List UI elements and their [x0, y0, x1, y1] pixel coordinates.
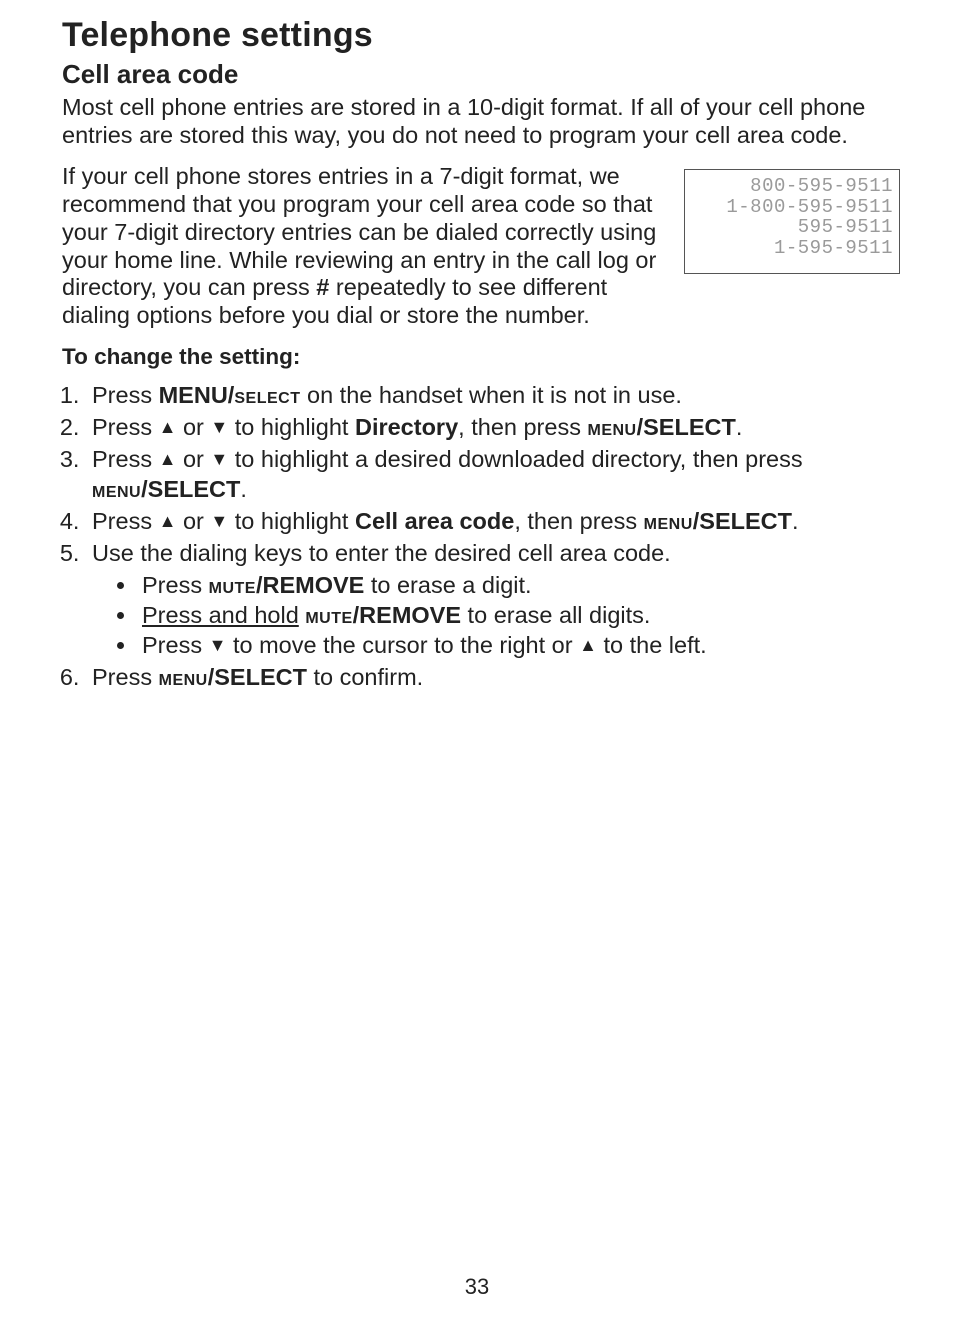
lcd-line-2: 1-800-595-9511 [691, 197, 893, 218]
lcd-line-1: 800-595-9511 [691, 176, 893, 197]
step-3: Press ▲ or ▼ to highlight a desired down… [86, 444, 900, 504]
content-row: If your cell phone stores entries in a 7… [62, 163, 900, 329]
step-2-mid: to highlight [228, 414, 355, 440]
step-6: Press menu/SELECT to confirm. [86, 662, 900, 692]
menu-sc: menu [159, 664, 208, 690]
press-label: Press [92, 382, 159, 408]
page-root: Telephone settings Cell area code Most c… [0, 0, 954, 1336]
select-big: /SELECT [141, 476, 240, 502]
cell-area-code-label: Cell area code [355, 508, 514, 534]
step-4-mid: to highlight [228, 508, 355, 534]
steps-list: Press MENU/select on the handset when it… [62, 380, 900, 693]
step-1: Press MENU/select on the handset when it… [86, 380, 900, 410]
step-4-tail: , then press [514, 508, 643, 534]
press-and-hold-label: Press and hold [142, 602, 299, 628]
press-label: Press [92, 446, 159, 472]
step-4-end: . [792, 508, 799, 534]
select-big: /SELECT [637, 414, 736, 440]
step-5-bullets: Press mute/REMOVE to erase a digit. Pres… [138, 570, 900, 660]
step-4: Press ▲ or ▼ to highlight Cell area code… [86, 506, 900, 536]
lcd-line-4: 1-595-9511 [691, 238, 893, 259]
press-label: Press [92, 664, 159, 690]
hash-key: # [316, 274, 329, 300]
bullet-2-tail: to erase all digits. [461, 602, 650, 628]
menu-sc: menu [92, 476, 141, 502]
mute-sc: mute [209, 572, 256, 598]
step-3-end: . [240, 476, 247, 502]
step-3-mid: to highlight a desired downloaded direct… [228, 446, 802, 472]
press-label: Press [142, 632, 209, 658]
step-5: Use the dialing keys to enter the desire… [86, 538, 900, 660]
menu-sc: menu [644, 508, 693, 534]
step-2-end: . [736, 414, 743, 440]
step-6-tail: to confirm. [307, 664, 423, 690]
press-label: Press [92, 414, 159, 440]
bullet-2: Press and hold mute/REMOVE to erase all … [138, 600, 900, 630]
intro-paragraph: Most cell phone entries are stored in a … [62, 94, 900, 149]
context-paragraph: If your cell phone stores entries in a 7… [62, 163, 666, 329]
menu-big: MENU/ [159, 382, 235, 408]
mute-sc: mute [305, 602, 352, 628]
page-number: 33 [0, 1274, 954, 1300]
bullet-3-tail: to the left. [597, 632, 707, 658]
or-label: or [176, 508, 210, 534]
step-5-text: Use the dialing keys to enter the desire… [92, 540, 671, 566]
bullet-1: Press mute/REMOVE to erase a digit. [138, 570, 900, 600]
or-label: or [176, 414, 210, 440]
select-sc: select [234, 382, 300, 408]
or-label: or [176, 446, 210, 472]
steps-heading: To change the setting: [62, 344, 900, 370]
select-big: /SELECT [693, 508, 792, 534]
select-big: /SELECT [208, 664, 307, 690]
step-1-tail: on the handset when it is not in use. [300, 382, 681, 408]
bullet-3: Press ▼ to move the cursor to the right … [138, 630, 900, 660]
step-2-tail: , then press [458, 414, 587, 440]
menu-sc: menu [587, 414, 636, 440]
remove-big: /REMOVE [353, 602, 461, 628]
press-label: Press [92, 508, 159, 534]
directory-label: Directory [355, 414, 458, 440]
lcd-line-3: 595-9511 [691, 217, 893, 238]
bullet-3-mid: to move the cursor to the right or [226, 632, 579, 658]
press-label: Press [142, 572, 209, 598]
remove-big: /REMOVE [256, 572, 364, 598]
bullet-1-tail: to erase a digit. [364, 572, 531, 598]
step-2: Press ▲ or ▼ to highlight Directory, the… [86, 412, 900, 442]
lcd-display: 800-595-9511 1-800-595-9511 595-9511 1-5… [684, 169, 900, 273]
page-title: Telephone settings [62, 16, 900, 55]
section-heading: Cell area code [62, 59, 900, 90]
